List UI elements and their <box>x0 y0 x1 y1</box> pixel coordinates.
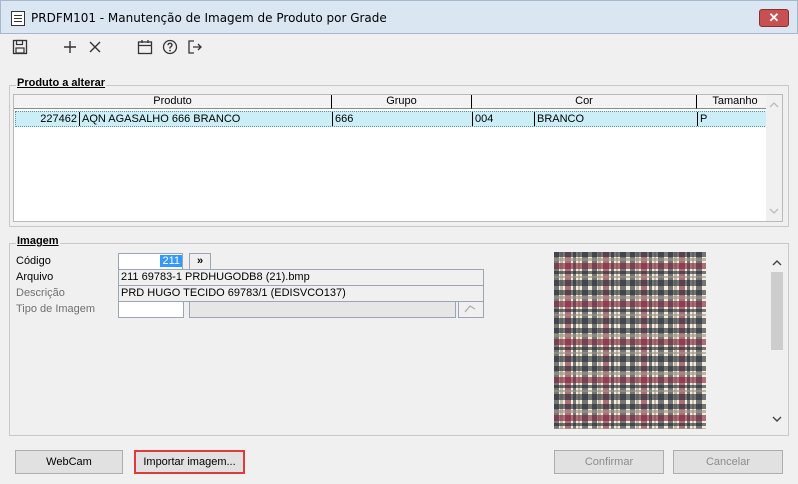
produto-codigo-cell: 227462 <box>16 112 80 126</box>
scroll-up-icon[interactable] <box>769 257 785 269</box>
plaid-stripe <box>554 309 706 312</box>
plaid-stripe <box>554 390 706 392</box>
importar-imagem-button[interactable]: Importar imagem... <box>134 450 245 474</box>
imagem-group-title: Imagem <box>16 235 60 247</box>
codigo-label: Código <box>16 255 51 267</box>
column-header-cor[interactable]: Cor <box>472 95 697 109</box>
scroll-down-icon[interactable] <box>769 413 785 425</box>
tamanho-cell: P <box>700 113 708 125</box>
tipo-imagem-input[interactable] <box>118 301 184 318</box>
plaid-stripe <box>554 372 706 375</box>
plaid-stripe <box>554 428 706 430</box>
descricao-field: PRD HUGO TECIDO 69783/1 (EDISVCO137) <box>118 285 484 302</box>
plaid-stripe <box>554 356 706 362</box>
plaid-stripe <box>554 318 706 324</box>
produto-grid[interactable]: Produto Grupo Cor Tamanho 227462 AQN AGA… <box>13 94 783 222</box>
lookup-icon <box>464 305 476 313</box>
plaid-stripe <box>554 339 706 345</box>
codigo-lookup-button[interactable]: » <box>189 253 211 270</box>
arquivo-field: 211 69783-1 PRDHUGODB8 (21).bmp <box>118 269 484 286</box>
grupo-cell: 666 <box>333 112 473 126</box>
plaid-stripe <box>554 252 706 257</box>
close-button[interactable]: ✕ <box>759 9 789 27</box>
image-scrollbar[interactable] <box>769 252 785 430</box>
plaid-stripe <box>554 410 706 413</box>
plaid-stripe <box>554 271 706 274</box>
image-preview <box>554 252 740 476</box>
calendar-icon[interactable] <box>135 37 155 57</box>
tipo-imagem-lookup-button[interactable] <box>458 301 484 318</box>
tipo-imagem-label: Tipo de Imagem <box>16 303 96 315</box>
plaid-stripe <box>554 263 706 269</box>
table-row[interactable]: 227462 AQN AGASALHO 666 BRANCO 666 004 B… <box>15 111 773 127</box>
confirmar-button[interactable]: Confirmar <box>554 450 664 474</box>
column-header-produto[interactable]: Produto <box>14 95 332 109</box>
plaid-stripe <box>554 334 706 337</box>
plaid-stripe <box>554 280 706 286</box>
plaid-stripe <box>554 290 706 295</box>
descricao-label: Descrição <box>16 287 65 299</box>
column-header-tamanho[interactable]: Tamanho <box>697 95 774 109</box>
cor-codigo-cell: 004 <box>473 112 535 126</box>
cancelar-button[interactable]: Cancelar <box>673 450 783 474</box>
plaid-stripe <box>554 404 706 409</box>
column-header-grupo[interactable]: Grupo <box>332 95 472 109</box>
window-title: PRDFM101 - Manutenção de Imagem de Produ… <box>31 11 387 25</box>
plaid-stripe <box>554 296 706 299</box>
plaid-stripe <box>554 328 706 333</box>
plaid-stripe <box>554 352 706 354</box>
toolbar <box>0 34 798 62</box>
plaid-fabric-image <box>554 252 740 476</box>
plaid-stripe <box>554 423 706 426</box>
plaid-stripe <box>554 377 706 383</box>
scroll-thumb[interactable] <box>771 272 783 350</box>
scroll-down-icon[interactable] <box>766 205 782 217</box>
plaid-stripe <box>554 276 706 278</box>
scroll-up-icon[interactable] <box>766 99 782 111</box>
imagem-group: Imagem Código 211 » Arquivo 211 69783-1 … <box>9 235 789 476</box>
add-icon[interactable] <box>60 37 80 57</box>
arquivo-label: Arquivo <box>16 271 54 283</box>
title-bar: PRDFM101 - Manutenção de Imagem de Produ… <box>0 0 798 34</box>
plaid-stripe <box>554 301 706 307</box>
help-icon[interactable] <box>160 37 180 57</box>
tipo-imagem-description <box>189 301 456 318</box>
produto-group: Produto a alterar Produto Grupo Cor Tama… <box>9 77 789 227</box>
delete-icon[interactable] <box>85 37 105 57</box>
produto-descricao-cell: AQN AGASALHO 666 BRANCO <box>80 112 333 126</box>
plaid-stripe <box>554 366 706 371</box>
save-icon[interactable] <box>10 37 30 57</box>
cor-nome-cell: BRANCO <box>535 112 698 126</box>
document-icon <box>11 11 25 26</box>
produto-scrollbar[interactable] <box>766 95 782 221</box>
plaid-stripe <box>554 258 706 261</box>
plaid-stripe <box>554 394 706 400</box>
produto-group-title: Produto a alterar <box>16 77 107 89</box>
codigo-value: 211 <box>160 255 182 267</box>
plaid-stripe <box>554 415 706 421</box>
plaid-stripe <box>554 385 706 388</box>
webcam-button[interactable]: WebCam <box>15 450 123 474</box>
plaid-stripe <box>554 314 706 316</box>
exit-icon[interactable] <box>185 37 205 57</box>
codigo-input[interactable]: 211 <box>118 253 183 270</box>
plaid-stripe <box>554 347 706 350</box>
